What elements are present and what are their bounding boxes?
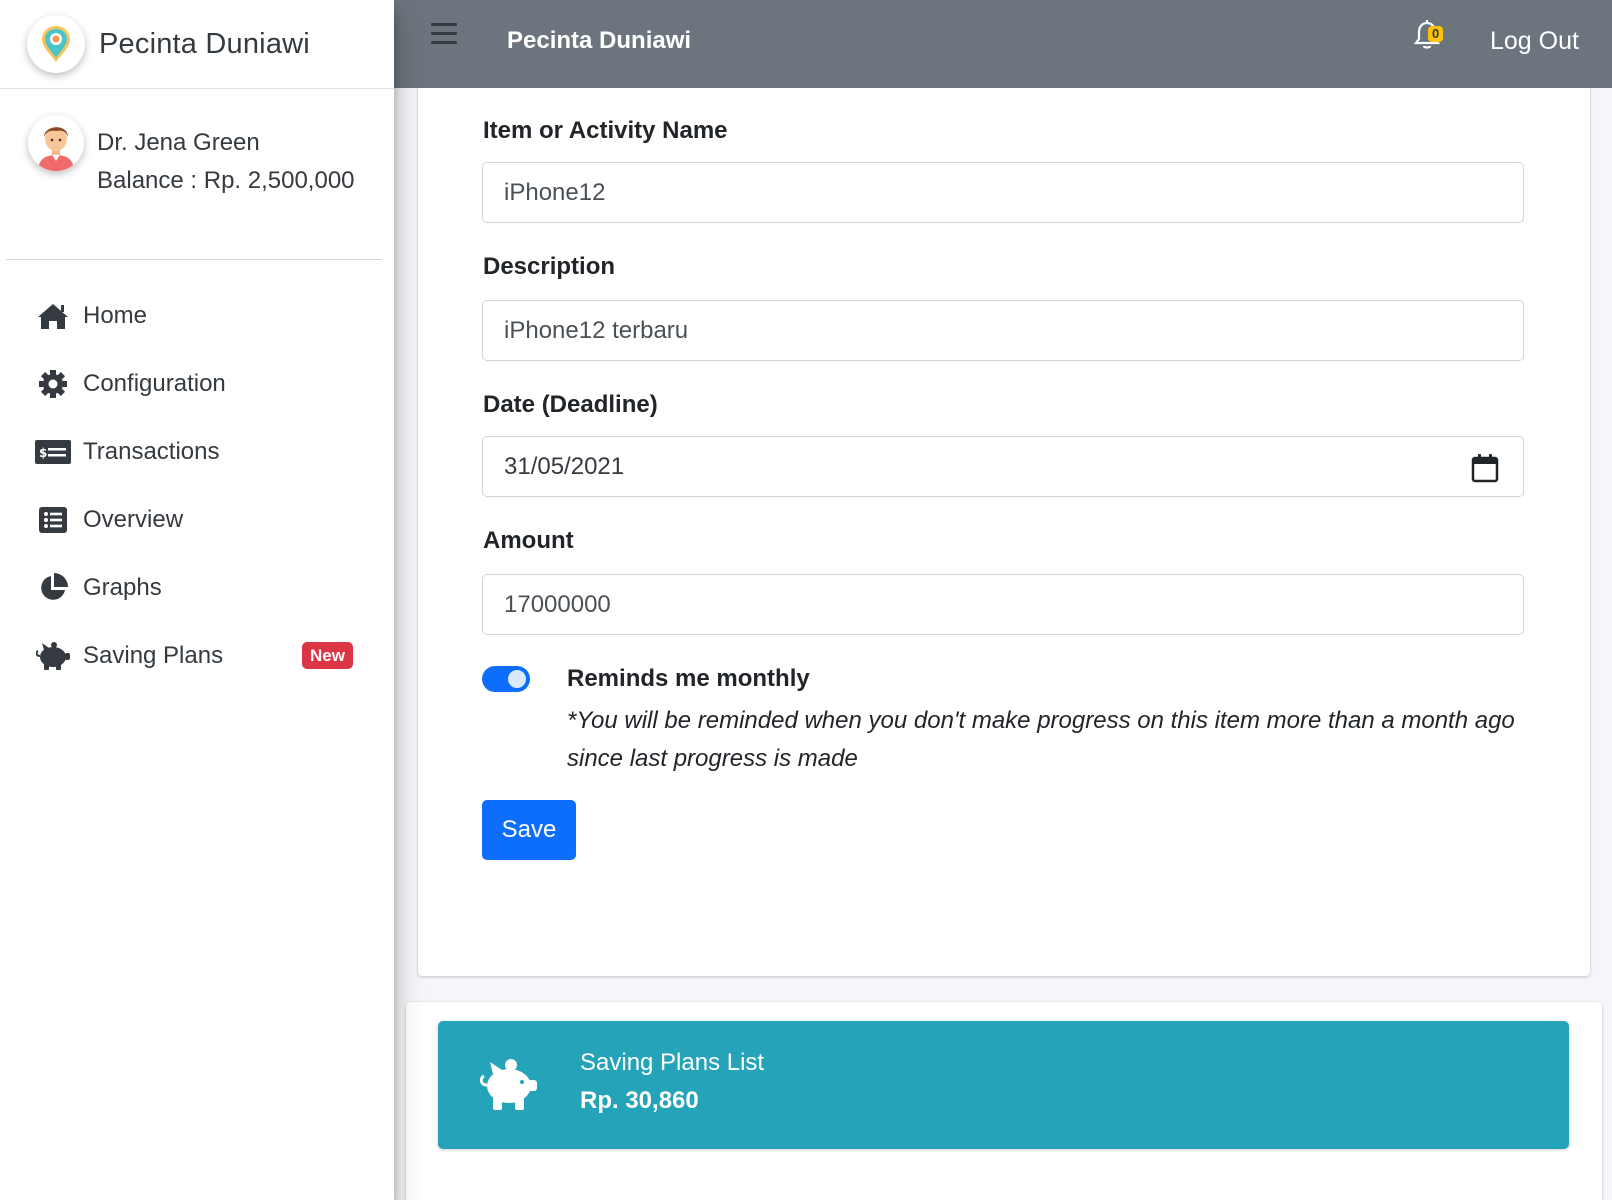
sidebar-nav: Home Configuration $ Transactions Overvi…: [0, 260, 394, 690]
saving-plan-form-card: Item or Activity Name Description Date (…: [418, 80, 1590, 976]
sidebar-item-configuration[interactable]: Configuration: [0, 350, 394, 418]
svg-text:$: $: [39, 446, 47, 460]
user-panel: Dr. Jena Green Balance : Rp. 2,500,000: [6, 89, 382, 260]
sidebar-item-label: Transactions: [83, 438, 220, 465]
sidebar-item-label: Home: [83, 302, 148, 329]
new-badge: New: [302, 642, 353, 669]
user-balance: Balance : Rp. 2,500,000: [97, 167, 355, 194]
date-deadline-input[interactable]: 31/05/2021: [482, 436, 1524, 497]
save-button[interactable]: Save: [482, 800, 576, 860]
list-icon: [35, 503, 71, 537]
sidebar-item-home[interactable]: Home: [0, 282, 394, 350]
top-navbar: Pecinta Duniawi 0 Log Out: [394, 0, 1612, 88]
gear-icon: [35, 367, 71, 401]
map-pin-logo-icon: [27, 15, 85, 73]
remind-monthly-toggle[interactable]: [482, 666, 530, 692]
avatar[interactable]: [28, 115, 84, 171]
sidebar-item-label: Overview: [83, 506, 184, 533]
sidebar-item-label: Saving Plans: [83, 642, 224, 669]
piggy-bank-icon: [478, 1058, 540, 1110]
date-value: 31/05/2021: [504, 453, 625, 480]
saving-plans-amount: Rp. 30,860: [580, 1087, 699, 1114]
hamburger-menu-icon[interactable]: [431, 23, 457, 45]
sidebar-item-overview[interactable]: Overview: [0, 486, 394, 554]
sidebar-item-saving-plans[interactable]: Saving Plans New: [0, 622, 394, 690]
logout-link[interactable]: Log Out: [1490, 27, 1579, 56]
calendar-icon[interactable]: [1471, 453, 1499, 483]
home-icon: [35, 299, 71, 333]
description-label: Description: [483, 253, 616, 280]
toggle-knob: [508, 670, 526, 688]
brand-link[interactable]: Pecinta Duniawi: [0, 0, 394, 89]
saving-plans-info-box[interactable]: Saving Plans List Rp. 30,860: [438, 1021, 1569, 1149]
user-name[interactable]: Dr. Jena Green: [97, 129, 260, 157]
piggy-bank-icon: [35, 639, 71, 673]
amount-label: Amount: [483, 527, 574, 554]
item-name-label: Item or Activity Name: [483, 117, 728, 144]
sidebar-item-label: Graphs: [83, 574, 162, 601]
description-input[interactable]: [482, 300, 1524, 361]
sidebar-item-label: Configuration: [83, 370, 226, 397]
sidebar: Pecinta Duniawi Dr. Jena Green Balance :…: [0, 0, 394, 1200]
brand-name: Pecinta Duniawi: [99, 27, 310, 60]
notification-count-badge: 0: [1428, 26, 1444, 42]
sidebar-item-transactions[interactable]: $ Transactions: [0, 418, 394, 486]
remind-monthly-note: *You will be reminded when you don't mak…: [567, 707, 1515, 772]
pie-chart-icon: [35, 571, 71, 605]
money-check-icon: $: [35, 435, 71, 469]
notifications-bell-icon[interactable]: 0: [1413, 20, 1444, 54]
saving-plans-card: Saving Plans List Rp. 30,860: [406, 1002, 1602, 1200]
sidebar-item-graphs[interactable]: Graphs: [0, 554, 394, 622]
item-name-input[interactable]: [482, 162, 1524, 223]
page-title: Pecinta Duniawi: [507, 27, 692, 54]
date-deadline-label: Date (Deadline): [483, 391, 658, 418]
remind-monthly-label: Reminds me monthly: [567, 665, 810, 692]
amount-input[interactable]: [482, 574, 1524, 635]
saving-plans-title: Saving Plans List: [580, 1049, 765, 1076]
